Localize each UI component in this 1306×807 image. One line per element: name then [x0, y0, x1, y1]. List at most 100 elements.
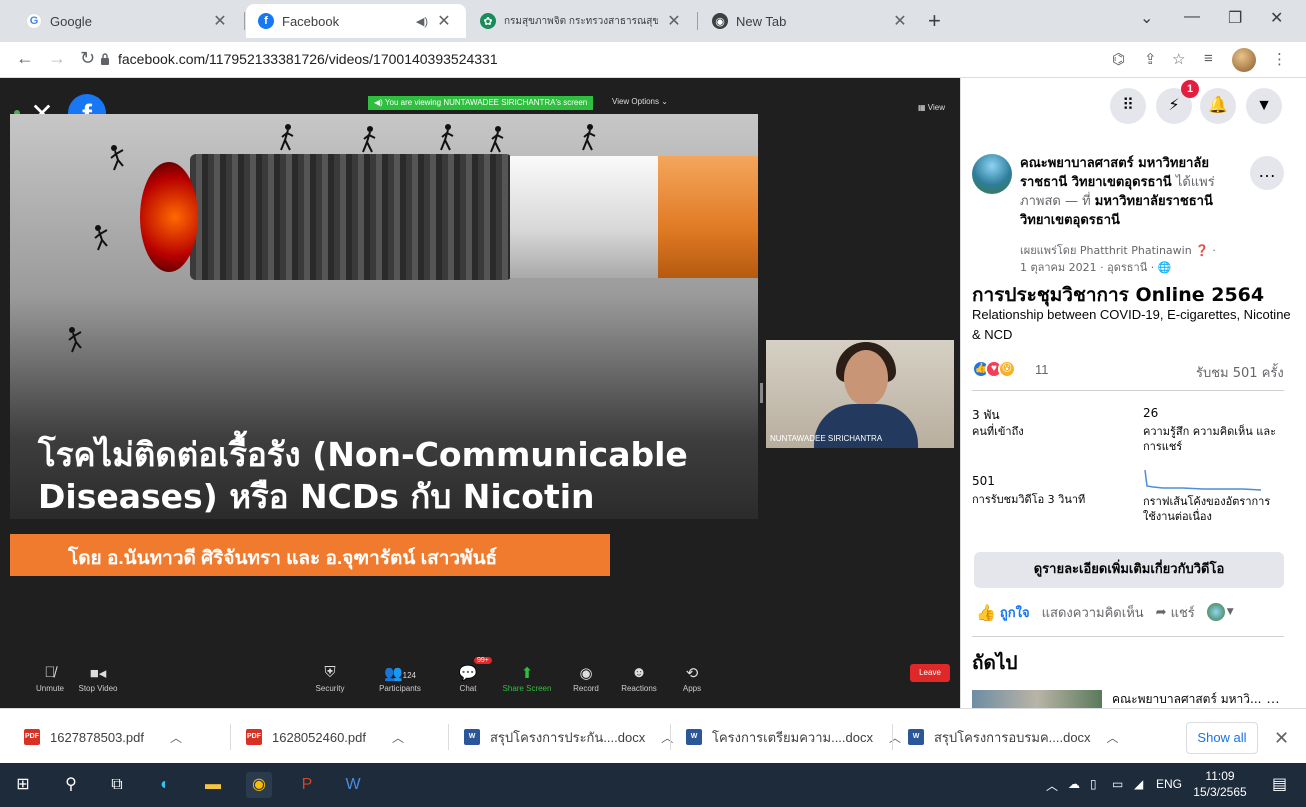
- tab-newtab[interactable]: ◉ New Tab ✕: [700, 4, 922, 38]
- download-item[interactable]: W สรุปโครงการประกัน....docx ︿: [464, 722, 673, 752]
- powerpoint-icon[interactable]: P: [294, 772, 320, 798]
- new-tab-button[interactable]: +: [928, 8, 941, 34]
- chevron-up-icon[interactable]: ︿: [170, 729, 182, 746]
- download-item[interactable]: PDF 1628052460.pdf ︿: [246, 722, 404, 752]
- next-video-title[interactable]: คณะพยาบาลศาสตร์ มหาวิ...: [1112, 690, 1261, 709]
- restore-button[interactable]: ❐: [1228, 8, 1242, 28]
- viewing-banner: ◀) You are viewing NUNTAWADEE SIRICHANTR…: [368, 96, 594, 110]
- chevron-up-icon[interactable]: ︿: [1107, 729, 1119, 746]
- task-view-icon[interactable]: ⧉: [104, 772, 130, 798]
- reactions-count[interactable]: 11: [1035, 362, 1049, 377]
- word-icon[interactable]: W: [340, 772, 366, 798]
- view-options-button[interactable]: View Options ⌄: [612, 97, 668, 106]
- back-button[interactable]: ←: [16, 48, 34, 69]
- profile-avatar[interactable]: [1232, 48, 1256, 72]
- more-dots-icon: …: [1258, 161, 1276, 181]
- caret-down-icon[interactable]: ▼: [1227, 607, 1234, 617]
- chevron-up-icon[interactable]: ︿: [889, 729, 901, 746]
- speaker-video: [766, 340, 954, 448]
- leave-button[interactable]: Leave: [910, 664, 950, 682]
- tray-chevron-icon[interactable]: ︿: [1046, 777, 1058, 794]
- close-tab-icon[interactable]: ✕: [664, 11, 684, 31]
- edge-icon[interactable]: ◐: [152, 772, 178, 798]
- apps-icon: ⟲: [685, 665, 699, 682]
- speaker-share-icon: ◀): [374, 98, 385, 107]
- participants-button[interactable]: 👥124 Participants: [370, 660, 430, 693]
- reactions-summary[interactable]: 👍 ♥ 😮: [972, 360, 1016, 378]
- share-icon[interactable]: ⇪: [1144, 50, 1157, 68]
- lock-icon: [101, 53, 109, 65]
- volume-icon[interactable]: ◢: [1134, 777, 1143, 791]
- reactions-button[interactable]: ☻ Reactions: [609, 660, 669, 693]
- apps-button[interactable]: ⟲ Apps: [662, 660, 722, 693]
- windows-taskbar: [0, 763, 1306, 807]
- tab-facebook[interactable]: f Facebook ◀) ✕: [246, 4, 466, 38]
- chevron-up-icon[interactable]: ︿: [392, 729, 404, 746]
- help-icon[interactable]: ❓: [1195, 244, 1209, 257]
- clock[interactable]: 11:09 15/3/2565: [1192, 768, 1248, 800]
- close-tab-icon[interactable]: ✕: [890, 11, 910, 31]
- address-bar[interactable]: facebook.com/117952133381726/videos/1700…: [118, 51, 498, 67]
- action-center-icon[interactable]: ▤: [1272, 774, 1287, 794]
- close-window-button[interactable]: ✕: [1270, 8, 1283, 28]
- wow-reaction-icon: 😮: [998, 360, 1016, 378]
- next-video-thumbnail[interactable]: [972, 690, 1102, 708]
- account-menu-button[interactable]: ▼: [1246, 88, 1282, 124]
- download-item[interactable]: PDF 1627878503.pdf ︿: [24, 722, 182, 752]
- record-button[interactable]: ◉ Record: [556, 660, 616, 693]
- chrome-taskbar-icon[interactable]: ◉: [246, 772, 272, 798]
- close-tab-icon[interactable]: ✕: [210, 11, 230, 31]
- like-button[interactable]: 👍 ถูกใจ: [976, 602, 1030, 623]
- falling-figure: [68, 327, 82, 353]
- video-details-button[interactable]: ดูรายละเอียดเพิ่มเติมเกี่ยวกับวิดีโอ: [974, 552, 1284, 588]
- tab-search-icon[interactable]: ⌄: [1140, 8, 1153, 28]
- bookmark-star-icon[interactable]: ☆: [1172, 50, 1185, 68]
- chevron-up-icon[interactable]: ︿: [661, 729, 673, 746]
- page-avatar[interactable]: [972, 154, 1012, 194]
- speaker-icon[interactable]: ◀): [416, 15, 428, 28]
- download-item[interactable]: W โครงการเตรียมความ....docx ︿: [686, 722, 901, 752]
- security-button[interactable]: ⛨ Security: [300, 660, 360, 693]
- chat-button[interactable]: 💬 Chat: [438, 660, 498, 693]
- download-item[interactable]: W สรุปโครงการอบรมค....docx ︿: [908, 722, 1119, 752]
- comment-button[interactable]: แสดงความคิดเห็น: [1042, 602, 1144, 623]
- battery-icon[interactable]: ▯: [1090, 777, 1097, 791]
- onedrive-icon[interactable]: ☁: [1068, 777, 1080, 791]
- word-file-icon: W: [686, 729, 702, 745]
- forward-button[interactable]: →: [48, 48, 66, 69]
- share-as-avatar[interactable]: [1206, 603, 1225, 621]
- stop-video-button[interactable]: ■◂ Stop Video: [68, 660, 128, 693]
- grid-icon: ▦: [918, 103, 928, 112]
- location-link[interactable]: มหาวิทยาลัยราชธานี: [1095, 194, 1213, 209]
- minimize-button[interactable]: —: [1184, 8, 1200, 26]
- close-tab-icon[interactable]: ✕: [434, 11, 454, 31]
- slide-title: โรคไม่ติดต่อเรื้อรัง (Non-Communicable D…: [38, 435, 688, 516]
- notifications-button[interactable]: 🔔: [1200, 88, 1236, 124]
- reload-button[interactable]: ↻: [80, 48, 95, 69]
- views3s-value: 501: [972, 474, 995, 488]
- input-language[interactable]: ENG: [1156, 777, 1182, 791]
- view-button[interactable]: ▦ View: [918, 103, 945, 112]
- share-screen-button[interactable]: ⬆ Share Screen: [497, 660, 557, 693]
- show-all-downloads-button[interactable]: Show all: [1186, 722, 1258, 754]
- next-video-options-icon[interactable]: …: [1266, 690, 1280, 706]
- translate-icon[interactable]: ⌬: [1112, 50, 1125, 68]
- share-button[interactable]: ➦ แชร์: [1156, 602, 1195, 623]
- windows-start-icon[interactable]: ⊞: [10, 772, 36, 798]
- tab-google[interactable]: G Google ✕: [14, 4, 242, 38]
- download-separator: [892, 724, 893, 750]
- video-description: Relationship between COVID-19, E-cigaret…: [972, 307, 1291, 342]
- post-options-button[interactable]: …: [1250, 156, 1284, 190]
- split-handle[interactable]: [760, 383, 763, 403]
- reading-list-icon[interactable]: ≡: [1204, 50, 1213, 67]
- file-explorer-icon[interactable]: ▬: [200, 772, 226, 798]
- tab-dmh[interactable]: ✿ กรมสุขภาพจิต กระทรวงสาธารณสุข ✕: [468, 4, 696, 38]
- page-name[interactable]: คณะพยาบาลศาสตร์ มหาวิทยาลัย: [1020, 156, 1209, 171]
- kebab-menu-icon[interactable]: ⋮: [1272, 50, 1287, 68]
- network-icon[interactable]: ▭: [1112, 777, 1123, 791]
- close-downloads-icon[interactable]: ✕: [1274, 728, 1289, 749]
- tab-separator: [244, 12, 245, 30]
- post-actions: 👍 ถูกใจ แสดงความคิดเห็น ➦ แชร์ ▼: [976, 600, 1234, 624]
- search-icon[interactable]: ⚲: [58, 772, 84, 798]
- menu-grid-button[interactable]: ⠿: [1110, 88, 1146, 124]
